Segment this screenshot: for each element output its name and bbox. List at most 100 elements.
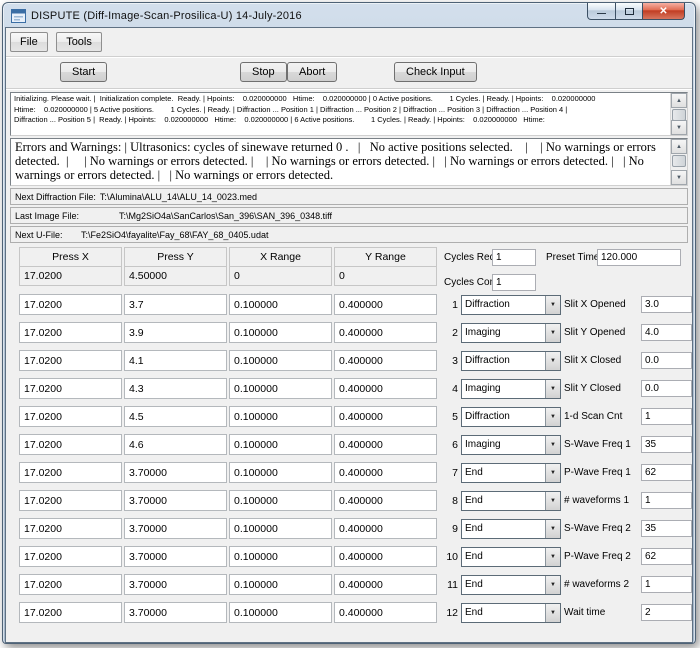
chevron-down-icon[interactable]: ▼ [545, 492, 560, 510]
y-range-input[interactable] [334, 518, 437, 539]
press-y-input[interactable] [124, 350, 227, 371]
maximize-button[interactable] [616, 3, 643, 20]
mode-dropdown[interactable]: End ▼ [461, 463, 561, 483]
press-x-input[interactable] [19, 322, 122, 343]
param-input[interactable] [641, 492, 692, 509]
y-range-input[interactable] [334, 462, 437, 483]
menu-file[interactable]: File [10, 32, 48, 52]
y-range-input[interactable] [334, 350, 437, 371]
press-x-input[interactable] [19, 574, 122, 595]
chevron-down-icon[interactable]: ▼ [545, 576, 560, 594]
mode-dropdown[interactable]: End ▼ [461, 491, 561, 511]
abort-button[interactable]: Abort [287, 62, 337, 82]
x-range-input[interactable] [229, 462, 332, 483]
y-range-input[interactable] [334, 490, 437, 511]
y-range-input[interactable] [334, 574, 437, 595]
press-y-input[interactable] [124, 434, 227, 455]
close-button[interactable]: ✕ [643, 3, 685, 20]
param-input[interactable] [641, 604, 692, 621]
scroll-track[interactable] [671, 154, 687, 170]
x-range-input[interactable] [229, 602, 332, 623]
press-x-input[interactable] [19, 518, 122, 539]
scroll-down-button[interactable]: ▼ [671, 170, 687, 185]
x-range-input[interactable] [229, 294, 332, 315]
mode-dropdown[interactable]: End ▼ [461, 575, 561, 595]
x-range-input[interactable] [229, 350, 332, 371]
scroll-thumb[interactable] [672, 155, 686, 167]
param-input[interactable] [641, 296, 692, 313]
param-input[interactable] [641, 408, 692, 425]
press-y-input[interactable] [124, 518, 227, 539]
chevron-down-icon[interactable]: ▼ [545, 436, 560, 454]
param-input[interactable] [641, 380, 692, 397]
scroll-up-button[interactable]: ▲ [671, 139, 687, 154]
chevron-down-icon[interactable]: ▼ [545, 548, 560, 566]
press-x-input[interactable] [19, 406, 122, 427]
chevron-down-icon[interactable]: ▼ [545, 380, 560, 398]
scroll-track[interactable] [671, 108, 687, 120]
minimize-button[interactable]: — [587, 3, 616, 20]
x-range-input[interactable] [229, 434, 332, 455]
param-input[interactable] [641, 520, 692, 537]
param-input[interactable] [641, 352, 692, 369]
stop-button[interactable]: Stop [240, 62, 287, 82]
press-y-input[interactable] [124, 574, 227, 595]
preset-time-input[interactable] [597, 249, 681, 266]
param-input[interactable] [641, 464, 692, 481]
scroll-up-button[interactable]: ▲ [671, 93, 687, 108]
press-x-input[interactable] [19, 434, 122, 455]
press-y-input[interactable] [124, 294, 227, 315]
menu-tools[interactable]: Tools [56, 32, 102, 52]
press-x-input[interactable] [19, 294, 122, 315]
press-x-input[interactable] [19, 378, 122, 399]
titlebar[interactable]: DISPUTE (Diff-Image-Scan-Prosilica-U) 14… [5, 5, 693, 27]
y-range-input[interactable] [334, 294, 437, 315]
mode-dropdown[interactable]: Diffraction ▼ [461, 351, 561, 371]
vertical-scrollbar[interactable]: ▲ ▼ [670, 139, 687, 185]
x-range-input[interactable] [229, 518, 332, 539]
press-x-input[interactable] [19, 546, 122, 567]
mode-dropdown[interactable]: Diffraction ▼ [461, 407, 561, 427]
press-y-input[interactable] [124, 322, 227, 343]
press-y-input[interactable] [124, 462, 227, 483]
x-range-input[interactable] [229, 574, 332, 595]
y-range-input[interactable] [334, 546, 437, 567]
x-range-input[interactable] [229, 546, 332, 567]
mode-dropdown[interactable]: Diffraction ▼ [461, 295, 561, 315]
press-x-input[interactable] [19, 462, 122, 483]
mode-dropdown[interactable]: Imaging ▼ [461, 379, 561, 399]
y-range-input[interactable] [334, 378, 437, 399]
mode-dropdown[interactable]: End ▼ [461, 519, 561, 539]
chevron-down-icon[interactable]: ▼ [545, 352, 560, 370]
chevron-down-icon[interactable]: ▼ [545, 520, 560, 538]
y-range-input[interactable] [334, 434, 437, 455]
chevron-down-icon[interactable]: ▼ [545, 296, 560, 314]
chevron-down-icon[interactable]: ▼ [545, 324, 560, 342]
press-y-input[interactable] [124, 546, 227, 567]
chevron-down-icon[interactable]: ▼ [545, 604, 560, 622]
press-y-input[interactable] [124, 406, 227, 427]
cycles-comp-input[interactable] [492, 274, 536, 291]
press-x-input[interactable] [19, 350, 122, 371]
chevron-down-icon[interactable]: ▼ [545, 408, 560, 426]
press-y-input[interactable] [124, 602, 227, 623]
x-range-input[interactable] [229, 322, 332, 343]
param-input[interactable] [641, 436, 692, 453]
param-input[interactable] [641, 576, 692, 593]
y-range-input[interactable] [334, 602, 437, 623]
mode-dropdown[interactable]: Imaging ▼ [461, 435, 561, 455]
mode-dropdown[interactable]: End ▼ [461, 547, 561, 567]
x-range-input[interactable] [229, 406, 332, 427]
param-input[interactable] [641, 324, 692, 341]
chevron-down-icon[interactable]: ▼ [545, 464, 560, 482]
y-range-input[interactable] [334, 406, 437, 427]
scroll-thumb[interactable] [672, 109, 686, 121]
x-range-input[interactable] [229, 378, 332, 399]
press-y-input[interactable] [124, 378, 227, 399]
x-range-input[interactable] [229, 490, 332, 511]
y-range-input[interactable] [334, 322, 437, 343]
press-y-input[interactable] [124, 490, 227, 511]
mode-dropdown[interactable]: End ▼ [461, 603, 561, 623]
check-input-button[interactable]: Check Input [394, 62, 477, 82]
press-x-input[interactable] [19, 602, 122, 623]
